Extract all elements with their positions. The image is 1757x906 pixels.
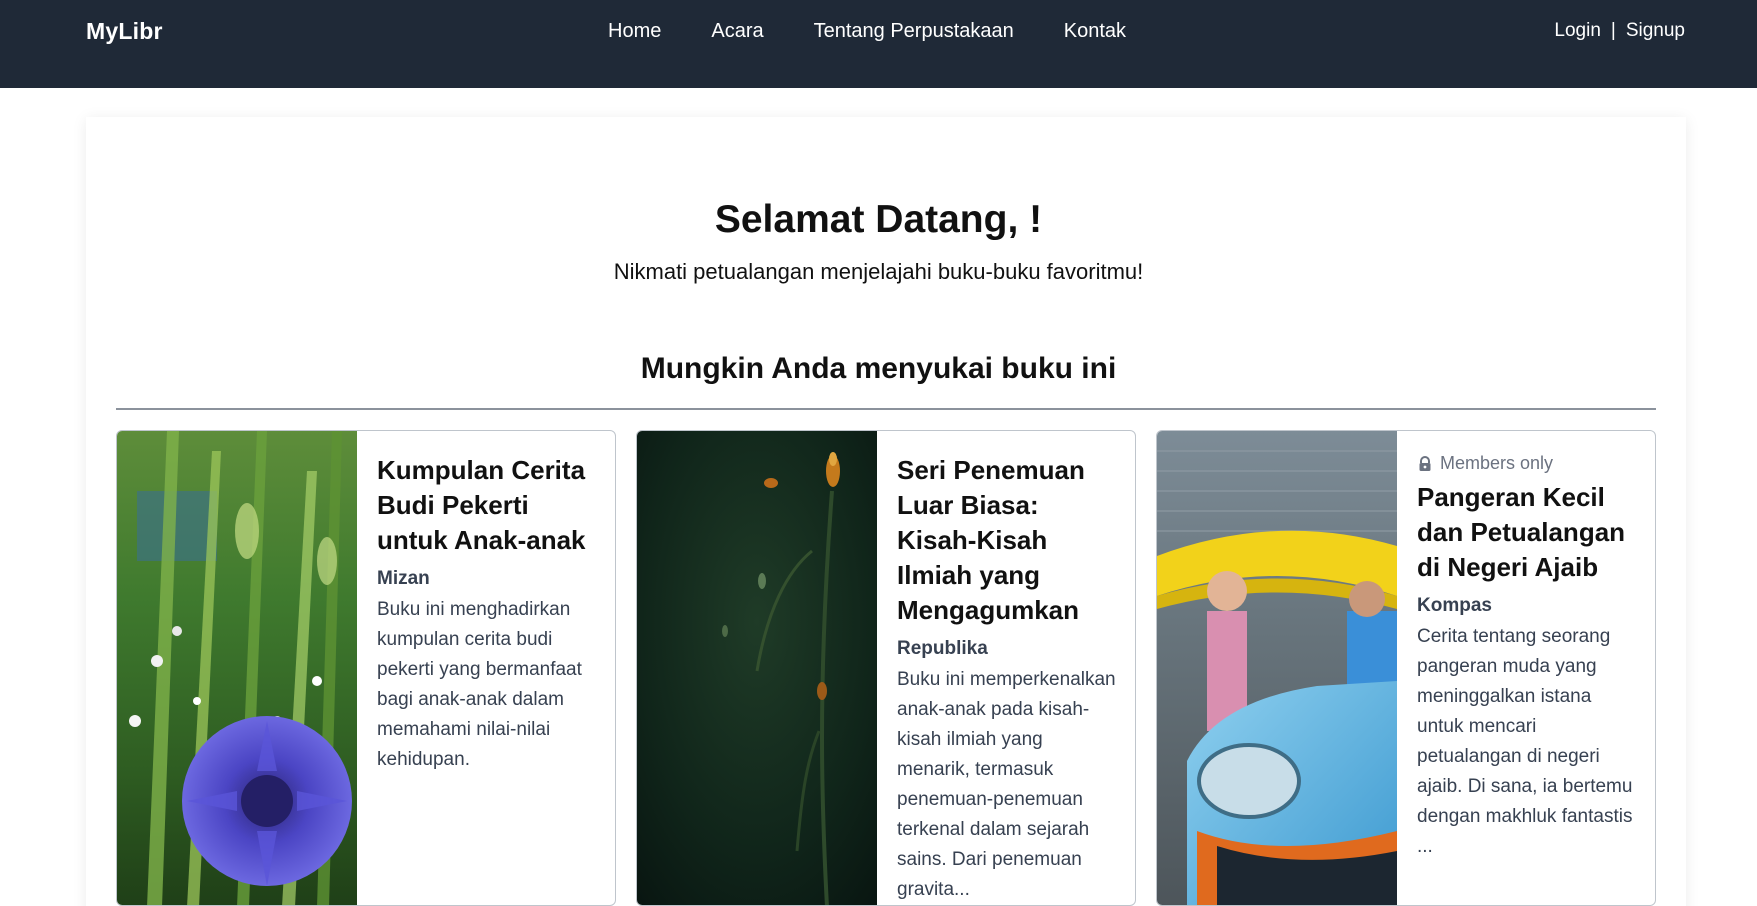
section-divider	[116, 408, 1656, 410]
signup-link[interactable]: Signup	[1626, 20, 1685, 42]
book-card[interactable]: Members only Pangeran Kecil dan Petualan…	[1156, 430, 1656, 906]
book-publisher: Mizan	[377, 568, 430, 589]
auth-separator: |	[1610, 20, 1616, 41]
book-cover-image[interactable]	[1157, 431, 1397, 905]
nav-links: Home Acara Tentang Perpustakaan Kontak	[608, 20, 1126, 43]
nav-link-home[interactable]: Home	[608, 20, 661, 43]
book-info: Seri Penemuan Luar Biasa: Kisah-Kisah Il…	[877, 431, 1135, 905]
book-description: Cerita tentang seorang pangeran muda yan…	[1417, 626, 1633, 857]
nav-link-tentang[interactable]: Tentang Perpustakaan	[814, 20, 1014, 43]
members-only-label: Members only	[1440, 453, 1554, 473]
book-info: Kumpulan Cerita Budi Pekerti untuk Anak-…	[357, 431, 615, 905]
book-title[interactable]: Kumpulan Cerita Budi Pekerti untuk Anak-…	[377, 453, 597, 558]
book-cover-image[interactable]	[637, 431, 877, 905]
nav-link-acara[interactable]: Acara	[711, 20, 763, 43]
login-link[interactable]: Login	[1554, 20, 1601, 42]
book-publisher: Kompas	[1417, 595, 1492, 616]
navbar: MyLibr Home Acara Tentang Perpustakaan K…	[0, 0, 1757, 88]
book-description: Buku ini memperkenalkan anak-anak pada k…	[897, 669, 1116, 900]
members-only-badge: Members only	[1417, 453, 1637, 474]
brand-logo[interactable]: MyLibr	[86, 18, 163, 45]
lock-icon	[1417, 455, 1433, 472]
book-info: Members only Pangeran Kecil dan Petualan…	[1397, 431, 1655, 905]
welcome-title: Selamat Datang, !	[714, 198, 1043, 241]
book-card[interactable]: Seri Penemuan Luar Biasa: Kisah-Kisah Il…	[636, 430, 1136, 906]
welcome-subtitle: Nikmati petualangan menjelajahi buku-buk…	[613, 259, 1144, 284]
nav-link-kontak[interactable]: Kontak	[1064, 20, 1126, 43]
book-publisher: Republika	[897, 638, 988, 659]
book-title[interactable]: Pangeran Kecil dan Petualangan di Negeri…	[1417, 480, 1637, 585]
book-cover-image[interactable]	[117, 431, 357, 905]
book-card[interactable]: Kumpulan Cerita Budi Pekerti untuk Anak-…	[116, 430, 616, 906]
book-title[interactable]: Seri Penemuan Luar Biasa: Kisah-Kisah Il…	[897, 453, 1117, 628]
auth-links: Login | Signup	[1554, 20, 1685, 42]
book-description: Buku ini menghadirkan kumpulan cerita bu…	[377, 599, 582, 770]
recommendation-title: Mungkin Anda menyukai buku ini	[640, 352, 1117, 385]
